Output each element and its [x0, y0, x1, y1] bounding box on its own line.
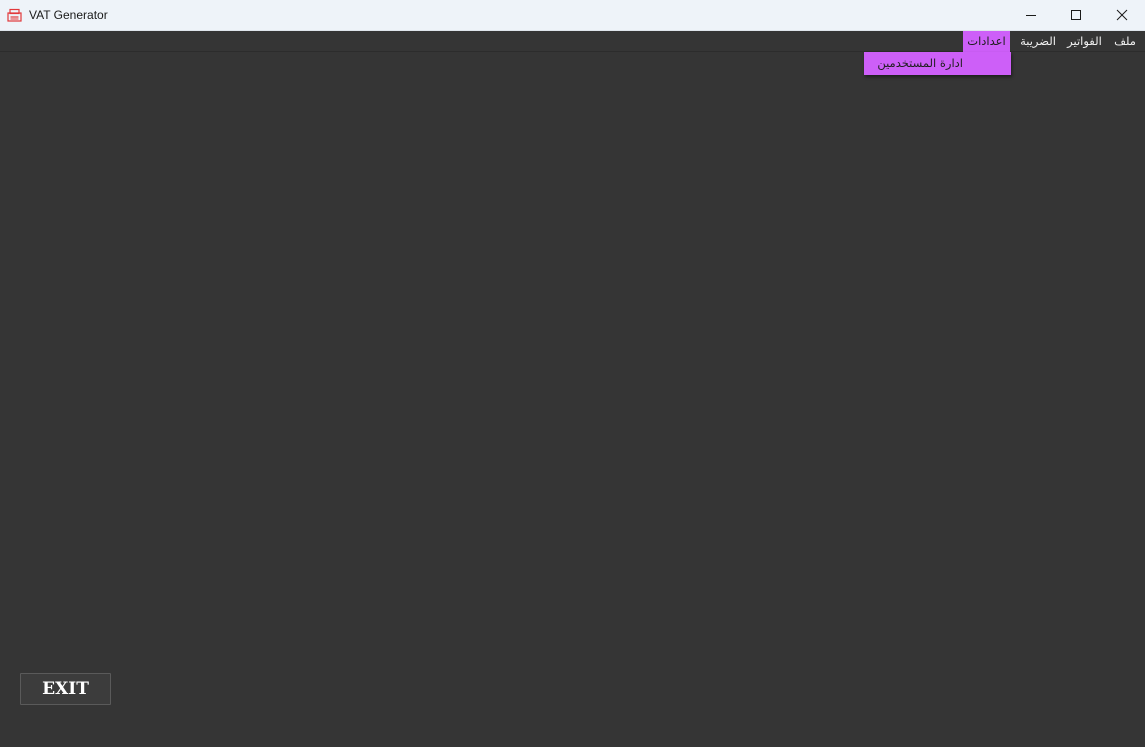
maximize-icon [1071, 10, 1081, 20]
menu-file[interactable]: ملف [1112, 31, 1138, 52]
menu-item-manage-users[interactable]: ادارة المستخدمين [864, 52, 1011, 75]
close-icon [1116, 9, 1128, 21]
menu-tax[interactable]: الضريبة [1018, 31, 1058, 52]
minimize-icon [1026, 15, 1036, 16]
exit-button[interactable]: EXIT [20, 673, 111, 705]
menu-invoices[interactable]: الفواتير [1066, 31, 1103, 52]
menu-bar: ملف الفواتير الضريبة اعدادات [0, 31, 1145, 52]
settings-dropdown: ادارة المستخدمين [864, 52, 1011, 75]
maximize-button[interactable] [1053, 0, 1099, 30]
window-title: VAT Generator [29, 8, 108, 22]
minimize-button[interactable] [1008, 0, 1054, 30]
title-bar[interactable]: VAT Generator [0, 0, 1145, 31]
close-button[interactable] [1099, 0, 1145, 30]
app-window: VAT Generator ملف الفواتير الضريبة اعداد… [0, 0, 1145, 747]
app-logo-icon [7, 8, 22, 22]
menu-settings[interactable]: اعدادات [963, 31, 1010, 52]
